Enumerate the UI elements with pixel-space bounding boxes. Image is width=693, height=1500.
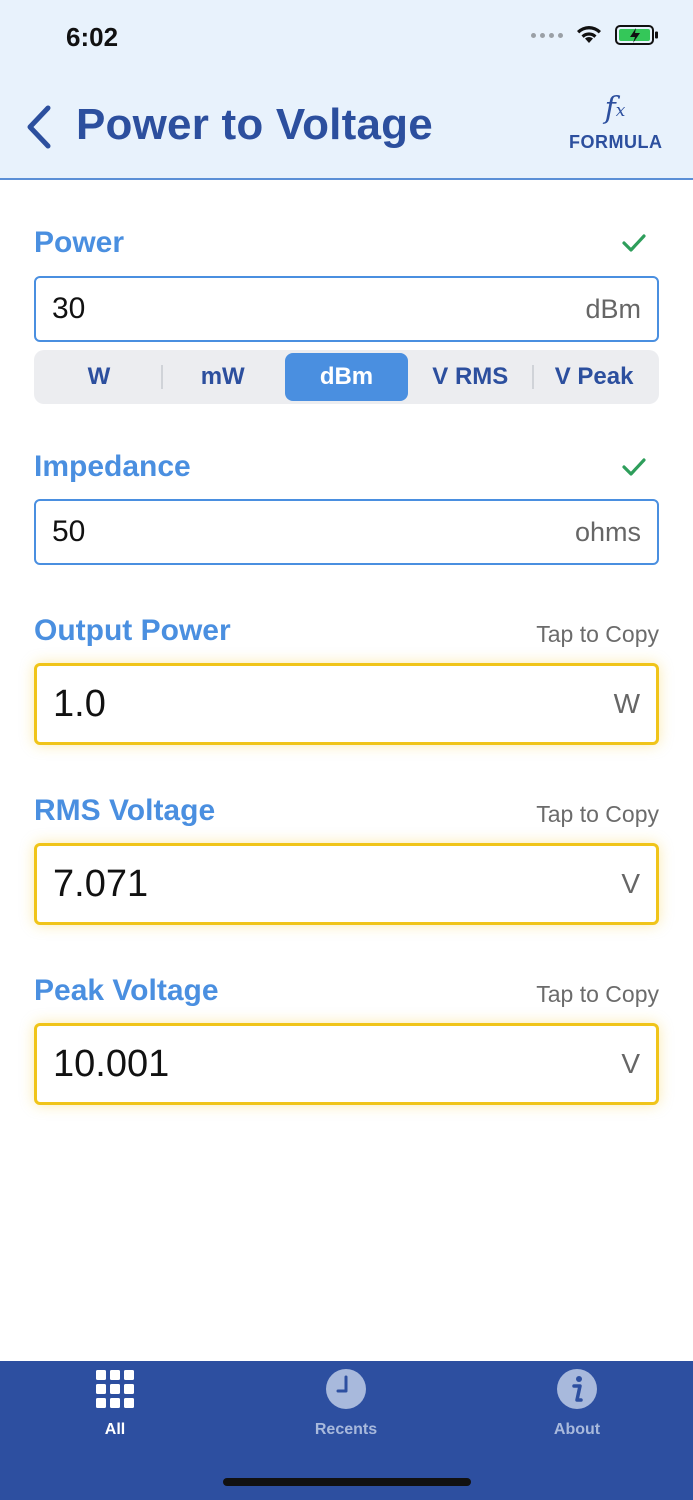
output-power-result[interactable]: 1.0 W xyxy=(34,663,659,745)
tab-about[interactable]: About xyxy=(517,1361,637,1457)
power-value: 30 xyxy=(52,292,86,325)
back-chevron-icon[interactable] xyxy=(22,104,58,150)
output-power-unit: W xyxy=(613,688,640,719)
tab-all[interactable]: All xyxy=(55,1361,175,1457)
power-label: Power xyxy=(34,226,125,259)
output-power-value: 1.0 xyxy=(53,682,106,725)
unit-option-mw[interactable]: mW xyxy=(160,353,285,401)
unit-option-v-rms[interactable]: V RMS xyxy=(408,353,532,401)
status-icons xyxy=(531,24,659,46)
impedance-unit: ohms xyxy=(574,516,641,547)
unit-option-dbm[interactable]: dBm xyxy=(284,353,409,401)
tab-recents[interactable]: Recents xyxy=(286,1361,406,1457)
tab-about-label: About xyxy=(553,1421,601,1438)
clock-icon xyxy=(326,1369,366,1409)
peak-voltage-label: Peak Voltage xyxy=(34,974,219,1007)
checkmark-icon xyxy=(622,458,646,476)
impedance-value: 50 xyxy=(52,515,86,548)
tab-recents-label: Recents xyxy=(314,1421,378,1438)
cellular-signal-icon xyxy=(531,32,563,38)
impedance-input[interactable]: 50 ohms xyxy=(34,499,659,565)
peak-voltage-unit: V xyxy=(621,1048,640,1079)
power-unit-selector: W mW dBm V RMS V Peak xyxy=(34,350,659,404)
status-time: 6:02 xyxy=(66,22,119,52)
tap-to-copy-hint: Tap to Copy xyxy=(536,621,659,647)
home-indicator xyxy=(223,1478,471,1486)
fx-icon: fx xyxy=(604,91,626,126)
nav-header: 6:02 Power to Voltage fx FORMULA xyxy=(0,0,693,180)
rms-voltage-value: 7.071 xyxy=(53,862,149,905)
tab-all-label: All xyxy=(104,1421,126,1438)
power-unit: dBm xyxy=(585,293,641,324)
wifi-icon xyxy=(577,26,601,43)
peak-voltage-result[interactable]: 10.001 V xyxy=(34,1023,659,1105)
power-input[interactable]: 30 dBm xyxy=(34,276,659,342)
unit-option-v-peak[interactable]: V Peak xyxy=(532,353,656,401)
rms-voltage-unit: V xyxy=(621,868,640,899)
battery-charging-icon xyxy=(615,25,658,45)
impedance-label: Impedance xyxy=(34,450,191,483)
tap-to-copy-hint: Tap to Copy xyxy=(536,981,659,1007)
formula-label: FORMULA xyxy=(569,132,663,152)
info-icon xyxy=(557,1369,597,1409)
page-title: Power to Voltage xyxy=(76,100,433,149)
tap-to-copy-hint: Tap to Copy xyxy=(536,801,659,827)
checkmark-icon xyxy=(622,234,646,252)
grid-icon xyxy=(96,1370,134,1408)
rms-voltage-label: RMS Voltage xyxy=(34,794,216,827)
formula-button[interactable]: fx FORMULA xyxy=(569,91,663,162)
output-power-label: Output Power xyxy=(34,614,231,647)
unit-option-w[interactable]: W xyxy=(37,353,161,401)
peak-voltage-value: 10.001 xyxy=(53,1042,170,1085)
rms-voltage-result[interactable]: 7.071 V xyxy=(34,843,659,925)
